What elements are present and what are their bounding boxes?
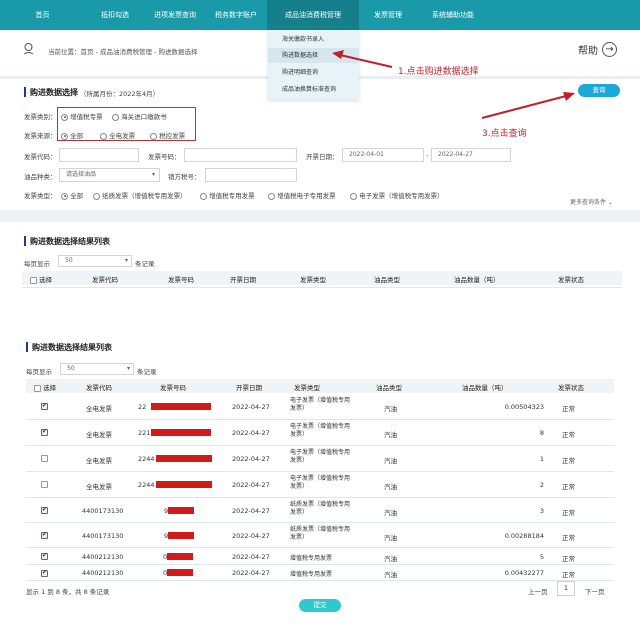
- row-checkbox[interactable]: [41, 506, 48, 514]
- radio-customs[interactable]: 海关进口缴款书: [112, 111, 167, 121]
- page-size-prefix: 每页显示: [26, 368, 52, 376]
- breadcrumb: 当前位置：首页 - 成品油消费税管理 - 购进数据选择: [48, 48, 198, 56]
- redaction-mark: [167, 569, 193, 576]
- page-size-suffix: 条记录: [135, 260, 155, 268]
- oil-tax-dropdown-menu: 海关缴款书录入 购进数据选择 购进明细查询 成品油换算标准查询: [268, 30, 359, 100]
- section-marker: [24, 87, 26, 97]
- redaction-mark: [151, 429, 211, 436]
- nav-input-invoice-query[interactable]: 进项发票查询: [145, 0, 205, 30]
- nav-oil-consumption-tax[interactable]: 成品油消费税管理: [267, 0, 359, 30]
- arrow-head-icon: [563, 92, 575, 101]
- row-checkbox[interactable]: [41, 454, 48, 462]
- seller-tax-input[interactable]: [205, 168, 297, 182]
- chevron-down-icon: ▾: [151, 171, 155, 178]
- radio-type-electronic[interactable]: 电子发票（增值税专用发票）: [350, 190, 444, 200]
- table-row[interactable]: 4400212130 0 2022-04-27 增值税专用发票 汽油 0.004…: [26, 565, 614, 581]
- table-row[interactable]: 全电发票 2244 2022-04-27 电子发票（增值税专用发票） 汽油 2 …: [26, 472, 614, 498]
- radio-type-all[interactable]: 全部: [61, 190, 83, 200]
- nav-deduction[interactable]: 抵扣勾选: [85, 0, 145, 30]
- submit-button[interactable]: 提交: [299, 599, 341, 612]
- table-row[interactable]: 全电发票 2244 2022-04-27 电子发票（增值税专用发票） 汽油 1 …: [26, 446, 614, 472]
- radio-type-paper[interactable]: 纸质发票（增值税专用发票）: [93, 190, 187, 200]
- table-row[interactable]: 4400173130 9 2022-04-27 纸质发票（增值税专用发票） 汽油…: [26, 523, 614, 548]
- page-number-button[interactable]: 1: [557, 581, 575, 596]
- invoice-code-label: 发票代码：: [24, 153, 57, 161]
- table-row[interactable]: 全电发票 221 2022-04-27 电子发票（增值税专用发票） 汽油 8 正…: [26, 420, 614, 446]
- help-button[interactable]: 帮助 →: [578, 42, 617, 57]
- result-header: 选择 发票代码 发票号码 开票日期 发票类型 油品类型 油品数量（吨） 发票状态: [26, 379, 614, 393]
- invoice-code-input[interactable]: [59, 148, 139, 162]
- menu-item-purchase-data-select[interactable]: 购进数据选择: [268, 48, 359, 63]
- row-checkbox[interactable]: [41, 531, 48, 539]
- help-label: 帮助: [578, 46, 598, 57]
- redaction-mark: [168, 532, 194, 539]
- chevron-down-icon: ▾: [124, 257, 128, 264]
- section-gap: [0, 210, 640, 222]
- radio-source-all[interactable]: 全部: [61, 130, 83, 140]
- more-conditions-link[interactable]: 更多查询条件 ⌄: [570, 197, 613, 206]
- result-top-header: 选择 发票代码 发票号码 开票日期 发票类型 油品类型 油品数量（吨） 发票状态: [22, 271, 622, 285]
- radio-vat-special[interactable]: 增值税专票: [61, 111, 103, 121]
- section-title: 购进数据选择: [30, 88, 78, 97]
- nav-home[interactable]: 首页: [0, 0, 85, 30]
- oil-type-label: 油品种类：: [24, 173, 57, 181]
- redaction-mark: [156, 481, 212, 488]
- invoice-number-input[interactable]: [184, 148, 297, 162]
- radio-source-taxcontrol[interactable]: 税控发票: [150, 130, 185, 140]
- location-pin-icon: [23, 43, 34, 55]
- radio-type-vat[interactable]: 增值税专用发票: [200, 190, 255, 200]
- divider: [22, 287, 622, 288]
- next-page-button[interactable]: 下一页: [585, 586, 605, 596]
- table-row[interactable]: 全电发票 22 2022-04-27 电子发票（增值税专用发票） 汽油 0.00…: [26, 394, 614, 420]
- row-checkbox[interactable]: [41, 428, 48, 436]
- nav-system-tools[interactable]: 系统辅助功能: [417, 0, 489, 30]
- page-size-select[interactable]: 50 ▾: [60, 363, 134, 375]
- table-row[interactable]: 4400173130 9 2022-04-27 纸质发票（增值税专用发票） 汽油…: [26, 498, 614, 523]
- page-size-suffix: 条记录: [137, 368, 157, 376]
- row-checkbox[interactable]: [41, 552, 48, 560]
- table-row[interactable]: 4400212130 0 2022-04-27 增值税专用发票 汽油 5 正常: [26, 548, 614, 565]
- page-size-select[interactable]: 50 ▾: [58, 255, 132, 267]
- select-all-checkbox[interactable]: [34, 384, 41, 392]
- period-label: （所属月份：2022年4月）: [80, 90, 160, 98]
- row-checkbox[interactable]: [41, 569, 48, 577]
- date-from-input[interactable]: 2022-04-01: [342, 148, 424, 162]
- redaction-mark: [156, 455, 212, 462]
- invoice-type-label: 发票类型：: [24, 192, 57, 200]
- invoice-source-label: 发票来源：: [24, 132, 57, 140]
- menu-item-customs-entry[interactable]: 海关缴款书录入: [268, 32, 359, 47]
- menu-item-oil-conversion-query[interactable]: 成品油换算标准查询: [268, 82, 359, 97]
- page-size-prefix: 每页显示: [24, 260, 50, 268]
- arrow-right-icon: →: [602, 42, 617, 57]
- chevron-down-icon: ▾: [126, 365, 130, 372]
- redaction-mark: [151, 403, 211, 410]
- top-nav: 首页 抵扣勾选 进项发票查询 税务数字账户 成品油消费税管理 发票管理 系统辅助…: [0, 0, 640, 30]
- seller-tax-label: 销方税号：: [168, 173, 201, 181]
- radio-source-eticket[interactable]: 全电发票: [100, 130, 135, 140]
- redaction-mark: [167, 553, 193, 560]
- section-marker: [26, 342, 28, 352]
- prev-page-button[interactable]: 上一页: [528, 586, 548, 596]
- pagination-summary: 显示 1 到 8 条，共 8 条记录: [26, 588, 110, 596]
- query-button[interactable]: 查询: [578, 84, 620, 97]
- date-separator: -: [426, 151, 429, 159]
- radio-type-vat-electronic[interactable]: 增值税电子专用发票: [268, 190, 336, 200]
- row-checkbox[interactable]: [41, 480, 48, 488]
- result-top-title: 购进数据选择结果列表: [30, 237, 110, 246]
- result-title: 购进数据选择结果列表: [32, 343, 112, 352]
- annotation-step-1: 1.点击购进数据选择: [398, 67, 479, 77]
- invoice-number-label: 发票号码：: [148, 153, 181, 161]
- nav-tax-digital-account[interactable]: 税务数字账户: [205, 0, 267, 30]
- menu-item-purchase-detail-query[interactable]: 购进明细查询: [268, 65, 359, 80]
- redaction-mark: [168, 507, 194, 514]
- issue-date-label: 开票日期：: [306, 153, 339, 161]
- nav-invoice-management[interactable]: 发票管理: [359, 0, 417, 30]
- invoice-category-label: 发票类别：: [24, 113, 57, 121]
- annotation-step-3: 3.点击查询: [482, 129, 527, 139]
- oil-type-select[interactable]: 请选择油品 ▾: [59, 168, 160, 182]
- row-checkbox[interactable]: [41, 402, 48, 410]
- date-to-input[interactable]: 2022-04-27: [431, 148, 511, 162]
- section-marker: [24, 236, 26, 246]
